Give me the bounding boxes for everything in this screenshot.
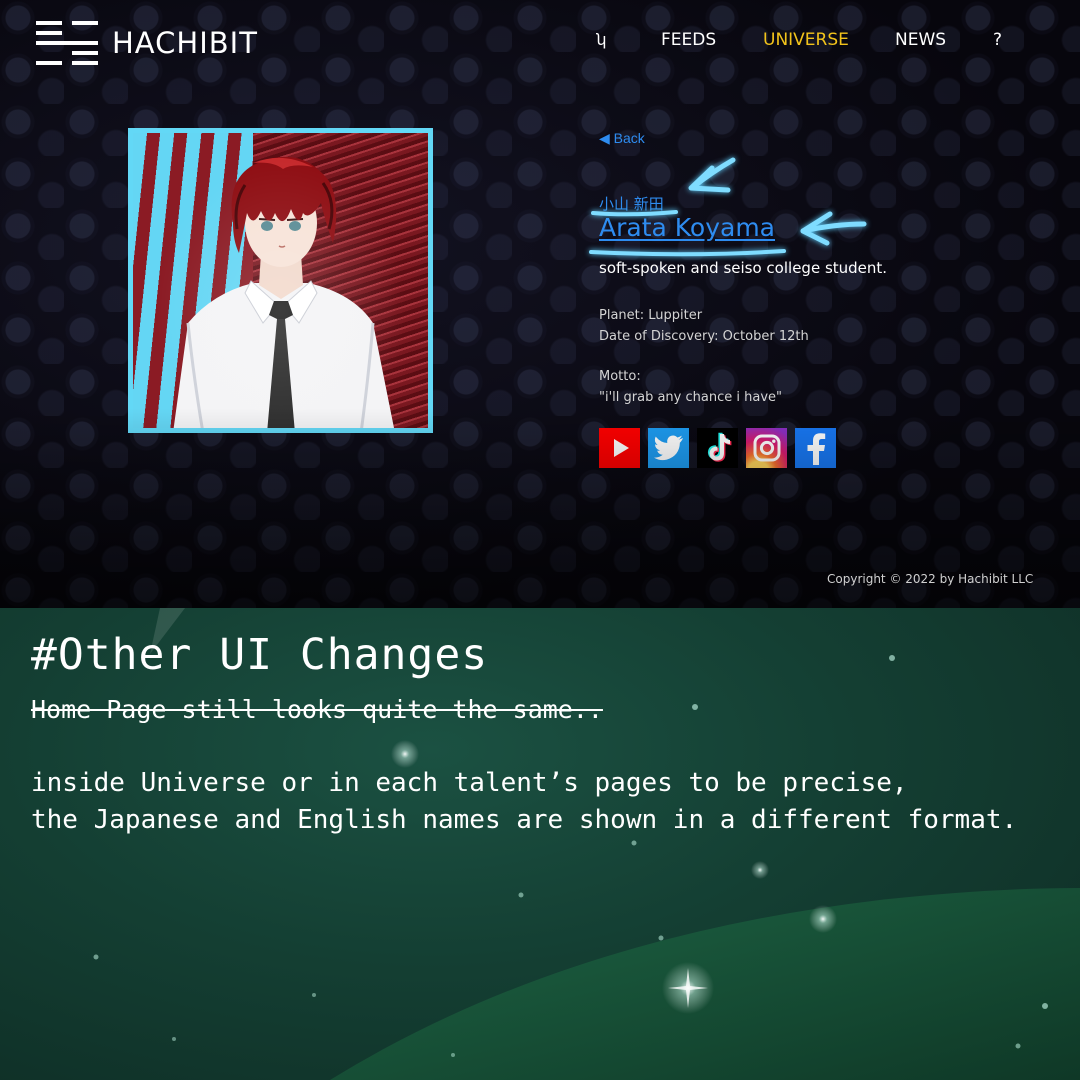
- nav-universe-link[interactable]: UNIVERSE: [763, 30, 849, 52]
- copyright-text: Copyright © 2022 by Hachibit LLC: [827, 572, 1034, 586]
- site-logo[interactable]: HACHIBIT: [36, 20, 258, 66]
- logo-mark-icon: [36, 20, 100, 66]
- instagram-icon[interactable]: [746, 428, 787, 468]
- talent-discovery-date: Date of Discovery: October 12th: [599, 329, 809, 344]
- logo-text: HACHIBIT: [112, 26, 258, 60]
- notes-line-1: inside Universe or in each talent’s page…: [31, 768, 908, 798]
- annotation-underline-en: [589, 249, 786, 257]
- website-screenshot: HACHIBIT ʮ FEEDS UNIVERSE NEWS ? ◀ Back …: [0, 0, 1080, 608]
- talent-portrait: [128, 128, 433, 433]
- social-links: [599, 428, 836, 468]
- talent-motto: "i'll grab any chance i have": [599, 390, 782, 405]
- twitter-icon[interactable]: [648, 428, 689, 468]
- annotation-arrow-en-icon: [800, 211, 867, 246]
- notes-struck-line: Home Page still looks quite the same..: [31, 695, 603, 724]
- annotation-arrow-jp-icon: [688, 157, 736, 193]
- commentary-panel: #Other UI Changes Home Page still looks …: [0, 608, 1080, 1080]
- tiktok-icon[interactable]: [697, 428, 738, 468]
- talent-planet: Planet: Luppiter: [599, 308, 703, 323]
- notes-line-2: the Japanese and English names are shown…: [31, 805, 1018, 835]
- talent-japanese-name: 小山 新田: [599, 195, 664, 213]
- youtube-icon[interactable]: [599, 428, 640, 468]
- nav-news-link[interactable]: NEWS: [895, 30, 946, 52]
- back-link[interactable]: ◀ Back: [599, 130, 645, 147]
- notes-title: #Other UI Changes: [31, 630, 489, 680]
- nav-home-link[interactable]: ʮ: [596, 30, 607, 52]
- motto-label: Motto:: [599, 369, 641, 384]
- nav-feeds-link[interactable]: FEEDS: [661, 30, 716, 52]
- talent-tagline: soft-spoken and seiso college student.: [599, 259, 888, 277]
- nav-help-link[interactable]: ?: [993, 30, 1002, 52]
- facebook-icon[interactable]: [795, 428, 836, 468]
- talent-english-name: Arata Koyama: [599, 213, 776, 242]
